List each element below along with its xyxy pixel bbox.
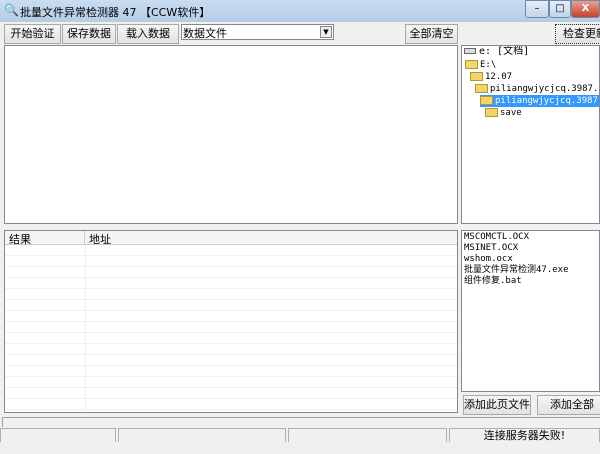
file-item[interactable]: wshom.ocx <box>464 254 597 265</box>
tree-item-selected[interactable]: piliangwjycjcq.3987.com <box>480 95 599 107</box>
text-area[interactable] <box>4 45 458 224</box>
tree-item-label: 12.07 <box>485 72 513 82</box>
folder-open-icon <box>465 60 478 69</box>
close-button[interactable]: X <box>571 0 600 18</box>
tree-item[interactable]: E:\ <box>465 59 496 71</box>
tree-item[interactable]: piliangwjycjcq.3987.com <box>475 83 599 95</box>
folder-open-icon <box>470 72 483 81</box>
file-item[interactable]: 批量文件异常检测47.exe <box>464 265 597 276</box>
load-data-button[interactable]: 载入数据 <box>117 24 179 44</box>
folder-open-icon <box>480 96 493 105</box>
file-list[interactable]: MSCOMCTL.OCX MSINET.OCX wshom.ocx 批量文件异常… <box>461 230 600 392</box>
status-panel <box>118 428 286 442</box>
tree-item[interactable]: 12.07 <box>470 71 512 83</box>
file-item[interactable]: 组件修复.bat <box>464 276 597 287</box>
drive-icon <box>464 48 476 54</box>
add-all-button[interactable]: 添加全部 <box>537 395 600 415</box>
file-item[interactable]: MSCOMCTL.OCX <box>464 232 597 243</box>
add-page-files-button[interactable]: 添加此页文件 <box>463 395 531 415</box>
drive-selector[interactable]: e: [文档] <box>464 46 529 58</box>
tree-item-label: E:\ <box>480 60 497 70</box>
progress-bar <box>2 417 600 427</box>
column-divider <box>85 245 86 412</box>
save-data-button[interactable]: 保存数据 <box>62 24 116 44</box>
chevron-down-icon[interactable]: ▼ <box>320 26 332 38</box>
status-message: 连接服务器失败! <box>449 428 600 442</box>
magnifier-icon: 🔍 <box>4 3 19 17</box>
status-panel <box>0 428 116 442</box>
title-bar: 🔍 批量文件异常检测器 47 【CCW软件】 – □ X <box>0 0 600 22</box>
status-panel <box>288 428 447 442</box>
tree-item-label: save <box>500 108 522 118</box>
column-header-result[interactable]: 结果 <box>5 231 85 246</box>
select-value: 数据文件 <box>183 27 227 40</box>
data-type-select[interactable]: 数据文件 ▼ <box>181 24 334 40</box>
check-update-button[interactable]: 检查更新 <box>555 24 600 44</box>
column-header-address[interactable]: 地址 <box>85 231 457 246</box>
maximize-button[interactable]: □ <box>549 0 571 18</box>
drive-label: e: [文档] <box>479 46 530 57</box>
file-item[interactable]: MSINET.OCX <box>464 243 597 254</box>
tree-item-label: piliangwjycjcq.3987.com <box>490 84 599 94</box>
minimize-button[interactable]: – <box>525 0 549 18</box>
clear-all-button[interactable]: 全部清空 <box>405 24 458 44</box>
folder-tree[interactable]: e: [文档] E:\ 12.07 piliangwjycjcq.3987.co… <box>461 45 600 224</box>
table-header: 结果 地址 <box>5 231 457 246</box>
tree-item-label: piliangwjycjcq.3987.com <box>495 96 599 106</box>
folder-open-icon <box>475 84 488 93</box>
tree-item[interactable]: save <box>485 107 522 119</box>
window-title: 批量文件异常检测器 47 【CCW软件】 <box>20 6 211 19</box>
results-table[interactable]: 结果 地址 <box>4 230 458 413</box>
start-verify-button[interactable]: 开始验证 <box>4 24 61 44</box>
folder-icon <box>485 108 498 117</box>
